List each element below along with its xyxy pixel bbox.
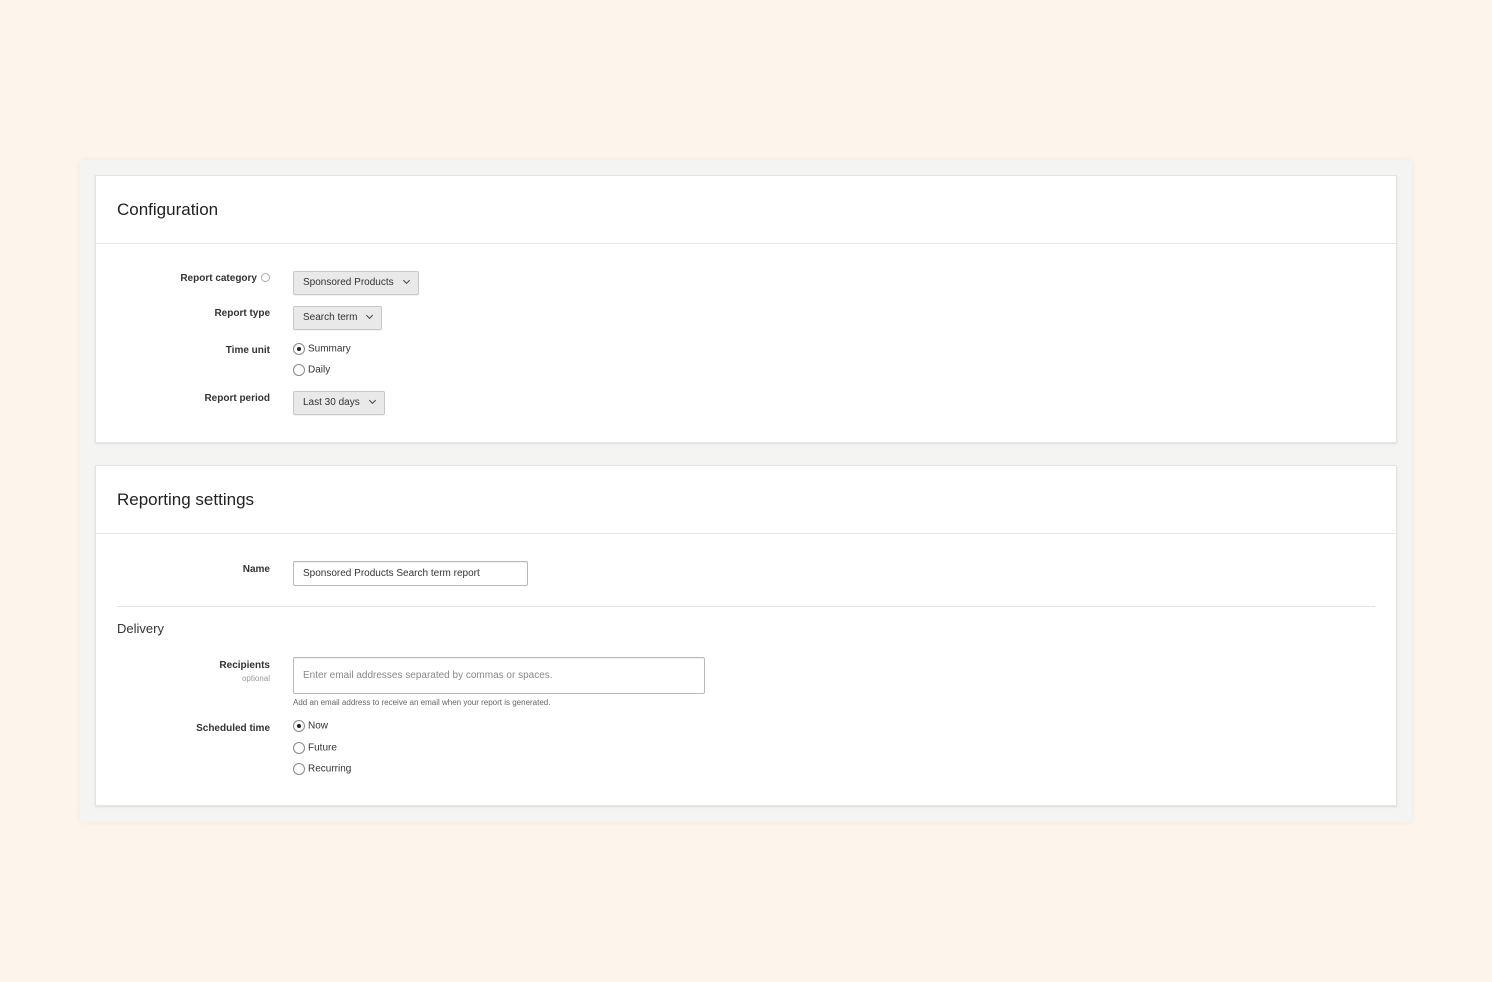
report-category-dropdown[interactable]: Sponsored Products	[293, 271, 419, 295]
report-period-value: Last 30 days	[303, 397, 360, 408]
radio-unselected-icon	[293, 763, 305, 775]
time-unit-summary-label: Summary	[308, 343, 351, 355]
section-divider	[117, 606, 1375, 607]
report-period-dropdown[interactable]: Last 30 days	[293, 391, 385, 415]
scheduled-recurring-label: Recurring	[308, 763, 352, 775]
recipients-hint: Add an email address to receive an email…	[293, 698, 551, 707]
name-label: Name	[242, 564, 270, 575]
radio-selected-icon	[293, 720, 305, 732]
recipients-email-input[interactable]: Enter email addresses separated by comma…	[293, 657, 705, 694]
recipients-optional-label: optional	[241, 674, 270, 683]
report-category-value: Sponsored Products	[303, 277, 394, 288]
time-unit-summary-radio[interactable]: Summary	[293, 343, 351, 355]
scheduled-now-radio[interactable]: Now	[293, 720, 328, 732]
recipients-label: Recipients	[219, 660, 270, 671]
chevron-down-icon	[368, 396, 376, 405]
info-icon[interactable]	[261, 272, 270, 282]
chevron-down-icon	[402, 276, 410, 285]
reporting-settings-card: Reporting settings Name Sponsored Produc…	[95, 465, 1397, 806]
delivery-heading: Delivery	[117, 621, 164, 636]
configuration-card: Configuration Report category Sponsored …	[95, 175, 1397, 443]
report-name-input[interactable]: Sponsored Products Search term report	[293, 561, 528, 586]
radio-unselected-icon	[293, 364, 305, 376]
chevron-down-icon	[366, 311, 374, 320]
time-unit-daily-radio[interactable]: Daily	[293, 364, 330, 376]
reporting-settings-header: Reporting settings	[96, 466, 1396, 534]
report-type-label: Report type	[214, 308, 270, 319]
configuration-header: Configuration	[96, 176, 1396, 244]
time-unit-daily-label: Daily	[308, 364, 331, 376]
time-unit-label: Time unit	[225, 345, 270, 356]
radio-unselected-icon	[293, 742, 305, 754]
radio-selected-icon	[293, 343, 305, 355]
scheduled-recurring-radio[interactable]: Recurring	[293, 763, 351, 775]
reporting-settings-title: Reporting settings	[117, 490, 255, 509]
scheduled-now-label: Now	[308, 720, 329, 732]
report-type-dropdown[interactable]: Search term	[293, 306, 383, 330]
configuration-title: Configuration	[117, 200, 219, 219]
scheduled-future-radio[interactable]: Future	[293, 742, 337, 754]
report-builder-panel: Configuration Report category Sponsored …	[80, 160, 1412, 822]
report-category-label: Report category	[180, 272, 270, 284]
scheduled-future-label: Future	[308, 742, 337, 754]
report-type-value: Search term	[303, 312, 358, 323]
report-period-label: Report period	[204, 393, 270, 404]
scheduled-time-label: Scheduled time	[196, 723, 270, 734]
